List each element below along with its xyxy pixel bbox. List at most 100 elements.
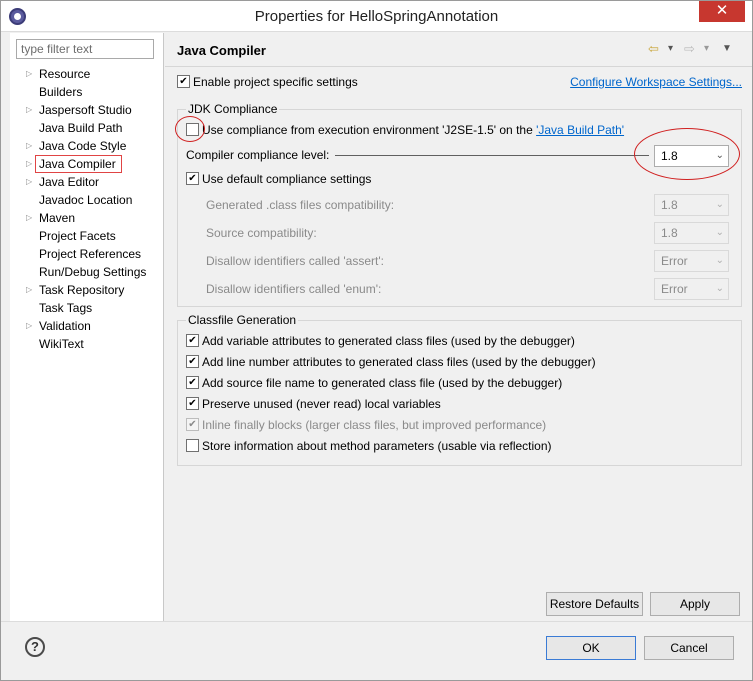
expand-arrow-icon[interactable]: ▷ <box>26 65 32 83</box>
preserve-unused-checkbox[interactable] <box>186 397 199 410</box>
tree-item-wikitext[interactable]: WikiText <box>10 335 164 353</box>
classfile-option-label: Add source file name to generated class … <box>202 376 563 390</box>
project-specific-checkbox[interactable] <box>177 75 190 88</box>
classfile-generation-group: Classfile Generation Add variable attrib… <box>177 313 742 466</box>
java-build-path-link[interactable]: 'Java Build Path' <box>536 123 624 137</box>
chevron-down-icon: ⌄ <box>715 227 724 238</box>
variable-attributes-checkbox[interactable] <box>186 334 199 347</box>
back-history-dropdown-icon[interactable]: ▾ <box>668 43 673 54</box>
use-env-compliance-row[interactable]: Use compliance from execution environmen… <box>186 123 624 137</box>
generated-compat-label: Generated .class files compatibility: <box>206 198 395 212</box>
tree-item-label: Java Code Style <box>39 139 127 153</box>
use-default-compliance-checkbox[interactable] <box>186 172 199 185</box>
annotation-ellipse-compliance-level <box>634 128 740 180</box>
project-specific-row[interactable]: Enable project specific settings <box>177 75 358 89</box>
forward-arrow-icon[interactable]: ⇨ <box>684 41 695 57</box>
classfile-option-row[interactable]: Add source file name to generated class … <box>186 376 562 390</box>
help-icon[interactable]: ? <box>25 637 45 657</box>
source-file-name-checkbox[interactable] <box>186 376 199 389</box>
classfile-option-label: Add variable attributes to generated cla… <box>202 334 575 348</box>
tree-item-label: Builders <box>39 85 83 99</box>
tree-item-label: Task Tags <box>39 301 93 315</box>
annotation-arrow-line <box>335 155 649 156</box>
cancel-button[interactable]: Cancel <box>644 636 734 660</box>
generated-compat-value: 1.8 <box>661 198 678 212</box>
disallow-enum-select[interactable]: Error ⌄ <box>654 278 729 300</box>
expand-arrow-icon[interactable]: ▷ <box>26 317 32 335</box>
tree-item-label: Jaspersoft Studio <box>39 103 132 117</box>
generated-compat-select[interactable]: 1.8 ⌄ <box>654 194 729 216</box>
expand-arrow-icon[interactable]: ▷ <box>26 137 32 155</box>
configure-workspace-link[interactable]: Configure Workspace Settings... <box>570 75 742 89</box>
tree-item-run-debug-settings[interactable]: Run/Debug Settings <box>10 263 164 281</box>
tree-item-label: Project Facets <box>39 229 116 243</box>
source-compat-select[interactable]: 1.8 ⌄ <box>654 222 729 244</box>
classfile-option-label: Inline finally blocks (larger class file… <box>202 418 547 432</box>
jdk-compliance-title: JDK Compliance <box>186 102 280 116</box>
chevron-down-icon: ⌄ <box>715 199 724 210</box>
expand-arrow-icon[interactable]: ▷ <box>26 155 32 173</box>
tree-item-label: Java Editor <box>39 175 100 189</box>
preference-tree-panel: ▷ Resource Builders ▷ Jaspersoft Studio Ja… <box>10 33 164 621</box>
tree-item-java-editor[interactable]: ▷ Java Editor <box>10 173 164 191</box>
tree-item-jaspersoft-studio[interactable]: ▷ Jaspersoft Studio <box>10 101 164 119</box>
back-arrow-icon[interactable]: ⇦ <box>648 41 659 57</box>
tree-item-label: Project References <box>39 247 142 261</box>
tree-item-validation[interactable]: ▷ Validation <box>10 317 164 335</box>
tree-item-label: Maven <box>39 211 76 225</box>
forward-history-dropdown-icon[interactable]: ▾ <box>704 43 709 54</box>
classfile-option-label: Preserve unused (never read) local varia… <box>202 397 441 411</box>
source-compat-label: Source compatibility: <box>206 226 317 240</box>
classfile-option-label: Store information about method parameter… <box>202 439 552 453</box>
tree-item-label: Java Compiler <box>35 155 122 173</box>
classfile-option-row[interactable]: Add variable attributes to generated cla… <box>186 334 575 348</box>
tree-item-resource[interactable]: ▷ Resource <box>10 65 164 83</box>
disallow-assert-select[interactable]: Error ⌄ <box>654 250 729 272</box>
footer-separator <box>1 621 752 622</box>
classfile-option-row[interactable]: Store information about method parameter… <box>186 439 552 453</box>
method-parameters-checkbox[interactable] <box>186 439 199 452</box>
tree-item-java-build-path[interactable]: Java Build Path <box>10 119 164 137</box>
expand-arrow-icon[interactable]: ▷ <box>26 281 32 299</box>
classfile-generation-title: Classfile Generation <box>186 313 299 327</box>
disallow-enum-label: Disallow identifiers called 'enum': <box>206 282 382 296</box>
apply-button[interactable]: Apply <box>650 592 740 616</box>
window-title: Properties for HelloSpringAnnotation <box>254 8 499 25</box>
title-bar: Properties for HelloSpringAnnotation ✕ <box>1 1 752 32</box>
tree-item-java-code-style[interactable]: ▷ Java Code Style <box>10 137 164 155</box>
restore-defaults-button[interactable]: Restore Defaults <box>546 592 643 616</box>
compliance-level-label: Compiler compliance level: <box>186 148 330 162</box>
tree-item-task-tags[interactable]: Task Tags <box>10 299 164 317</box>
expand-arrow-icon[interactable]: ▷ <box>26 101 32 119</box>
header-separator <box>165 66 752 67</box>
tree-item-label: Resource <box>39 67 91 81</box>
tree-item-label: Run/Debug Settings <box>39 265 147 279</box>
tree-item-task-repository[interactable]: ▷ Task Repository <box>10 281 164 299</box>
tree-item-java-compiler[interactable]: ▷ Java Compiler <box>10 155 164 173</box>
chevron-down-icon: ⌄ <box>715 283 724 294</box>
filter-input[interactable] <box>16 39 154 59</box>
tree-item-label: Javadoc Location <box>39 193 133 207</box>
classfile-option-row[interactable]: Inline finally blocks (larger class file… <box>186 418 546 432</box>
expand-arrow-icon[interactable]: ▷ <box>26 173 32 191</box>
annotation-ellipse-use-env <box>175 116 205 142</box>
tree-item-label: WikiText <box>39 337 84 351</box>
inline-finally-checkbox[interactable] <box>186 418 199 431</box>
classfile-option-label: Add line number attributes to generated … <box>202 355 596 369</box>
preference-tree: ▷ Resource Builders ▷ Jaspersoft Studio Ja… <box>10 65 164 353</box>
tree-item-label: Task Repository <box>39 283 125 297</box>
classfile-option-row[interactable]: Preserve unused (never read) local varia… <box>186 397 441 411</box>
tree-item-label: Validation <box>39 319 91 333</box>
tree-item-project-references[interactable]: Project References <box>10 245 164 263</box>
tree-item-maven[interactable]: ▷ Maven <box>10 209 164 227</box>
close-button[interactable]: ✕ <box>699 1 745 22</box>
ok-button[interactable]: OK <box>546 636 636 660</box>
expand-arrow-icon[interactable]: ▷ <box>26 209 32 227</box>
tree-item-javadoc-location[interactable]: Javadoc Location <box>10 191 164 209</box>
classfile-option-row[interactable]: Add line number attributes to generated … <box>186 355 596 369</box>
view-menu-icon[interactable]: ▼ <box>722 43 732 54</box>
use-default-compliance-row[interactable]: Use default compliance settings <box>186 172 371 186</box>
tree-item-builders[interactable]: Builders <box>10 83 164 101</box>
tree-item-project-facets[interactable]: Project Facets <box>10 227 164 245</box>
line-number-attributes-checkbox[interactable] <box>186 355 199 368</box>
